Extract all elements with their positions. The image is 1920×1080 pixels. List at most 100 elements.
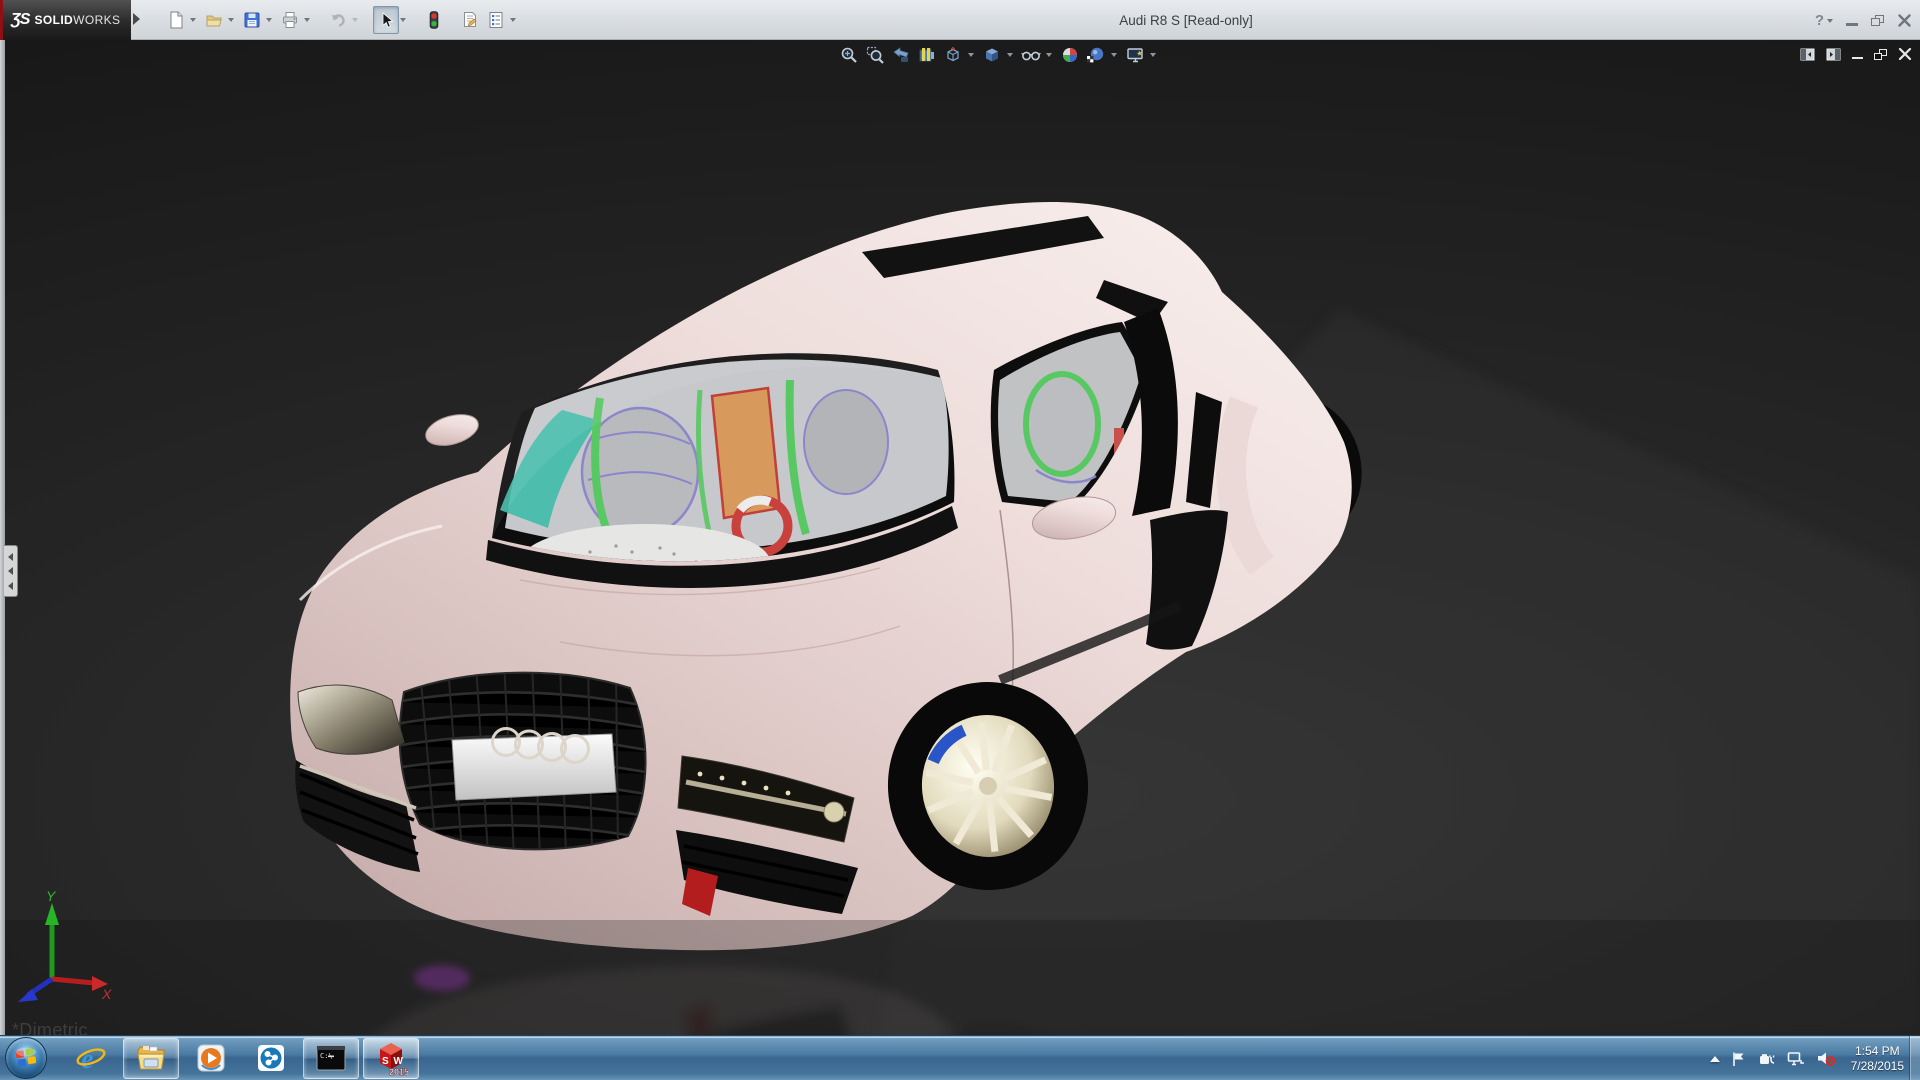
previous-view-icon: [892, 46, 910, 64]
triad-x-label: X: [101, 986, 112, 1002]
save-floppy-icon: [243, 11, 261, 29]
select-dropdown-arrow[interactable]: [400, 18, 406, 22]
taskbar-solidworks[interactable]: S W 2015: [363, 1038, 419, 1079]
previous-view-button[interactable]: [890, 44, 912, 66]
select-cursor-icon: [378, 12, 395, 29]
rebuild-traffic-light-icon: [425, 11, 443, 29]
command-prompt-icon: C:\: [315, 1044, 347, 1072]
document-minimize-button[interactable]: [1852, 57, 1863, 60]
save-button[interactable]: [239, 6, 265, 34]
new-button[interactable]: [163, 6, 189, 34]
clock-time: 1:54 PM: [1855, 1044, 1900, 1059]
heads-up-view-toolbar: [838, 44, 1159, 66]
show-hidden-icons-button[interactable]: [1710, 1056, 1720, 1062]
clock-date: 7/28/2015: [1851, 1059, 1904, 1074]
taskbar-app-tile[interactable]: [243, 1038, 299, 1079]
undo-button[interactable]: [325, 6, 351, 34]
taskbar-media-player[interactable]: [183, 1038, 239, 1079]
collapse-feature-pane-button[interactable]: [1800, 48, 1815, 61]
open-dropdown-arrow[interactable]: [228, 18, 234, 22]
menu-flyout-arrow-icon[interactable]: [133, 13, 140, 25]
window-controls: ?: [1815, 0, 1912, 40]
taskbar-command-prompt[interactable]: C:\: [303, 1038, 359, 1079]
apply-scene-button[interactable]: [1085, 44, 1107, 66]
help-button[interactable]: ?: [1815, 12, 1833, 29]
network-icon[interactable]: [1787, 1051, 1805, 1067]
svg-text:S: S: [382, 1056, 389, 1067]
new-dropdown-arrow[interactable]: [190, 18, 196, 22]
select-button[interactable]: [373, 6, 399, 34]
undo-dropdown-arrow[interactable]: [352, 18, 358, 22]
show-desktop-button[interactable]: [1909, 1036, 1920, 1080]
svg-text:e: e: [81, 1044, 93, 1074]
main-toolbar: [163, 0, 521, 40]
model-canvas[interactable]: [0, 40, 1920, 1035]
hide-show-items-button[interactable]: [1020, 44, 1042, 66]
power-plug-icon[interactable]: [1758, 1051, 1776, 1067]
rebuild-button[interactable]: [421, 6, 447, 34]
zoom-to-fit-button[interactable]: [838, 44, 860, 66]
section-view-icon: [918, 46, 936, 64]
graphics-area[interactable]: Y X *Dimetric: [0, 40, 1920, 1035]
print-button[interactable]: [277, 6, 303, 34]
file-properties-icon: [461, 11, 479, 29]
left-mirror: [422, 409, 482, 451]
edit-appearance-button[interactable]: [1059, 44, 1081, 66]
license-plate: [452, 734, 616, 800]
triad-y-label: Y: [46, 888, 57, 904]
view-settings-dropdown[interactable]: [1150, 53, 1156, 57]
solidworks-logo[interactable]: ƷS SOLIDWORKS: [3, 0, 131, 40]
view-orientation-button[interactable]: [942, 44, 964, 66]
taskbar-windows-explorer[interactable]: [123, 1038, 179, 1079]
display-style-icon: [983, 46, 1001, 64]
document-restore-button[interactable]: [1874, 49, 1887, 60]
folder-icon: [135, 1043, 167, 1073]
volume-muted-icon[interactable]: [1816, 1050, 1836, 1067]
solidworks-window: ƷS SOLIDWORKS: [0, 0, 1920, 1080]
reference-triad: Y X: [10, 887, 120, 1007]
document-close-button[interactable]: [1898, 47, 1912, 61]
open-button[interactable]: [201, 6, 227, 34]
hide-show-items-dropdown[interactable]: [1046, 53, 1052, 57]
expand-arrow-icon: [8, 567, 13, 575]
view-settings-icon: [1126, 46, 1145, 64]
start-button[interactable]: [5, 1037, 47, 1079]
feature-pane-expand-tab[interactable]: [4, 545, 18, 597]
options-button[interactable]: [483, 6, 509, 34]
view-settings-button[interactable]: [1124, 44, 1146, 66]
windows-taskbar: e: [0, 1035, 1920, 1080]
apply-scene-dropdown[interactable]: [1111, 53, 1117, 57]
undo-icon: [329, 11, 347, 29]
svg-text:2015: 2015: [389, 1067, 408, 1077]
file-properties-button[interactable]: [457, 6, 483, 34]
expand-arrow-icon: [8, 582, 13, 590]
taskbar-clock[interactable]: 1:54 PM 7/28/2015: [1851, 1044, 1904, 1074]
minimize-button[interactable]: [1846, 23, 1858, 26]
document-controls: [1800, 44, 1912, 64]
zoom-to-area-button[interactable]: [864, 44, 886, 66]
close-button[interactable]: [1897, 13, 1912, 28]
view-orientation-dropdown[interactable]: [968, 53, 974, 57]
restore-button[interactable]: [1871, 15, 1884, 26]
headlight-lens: [824, 802, 844, 822]
title-bar: ƷS SOLIDWORKS: [0, 0, 1920, 40]
display-style-button[interactable]: [981, 44, 1003, 66]
collapse-display-pane-button[interactable]: [1826, 48, 1841, 61]
expand-arrow-icon: [8, 553, 13, 561]
options-dropdown-arrow[interactable]: [510, 18, 516, 22]
section-view-button[interactable]: [916, 44, 938, 66]
feature-pane-strip[interactable]: [0, 40, 5, 1035]
save-dropdown-arrow[interactable]: [266, 18, 272, 22]
zoom-to-fit-icon: [840, 46, 858, 64]
system-tray: 1:54 PM 7/28/2015: [1710, 1036, 1904, 1080]
share-branch-app-icon: [256, 1043, 286, 1073]
view-orientation-icon: [944, 46, 962, 64]
action-center-flag-icon[interactable]: [1731, 1051, 1747, 1067]
print-dropdown-arrow[interactable]: [304, 18, 310, 22]
y-axis-arrow: [45, 903, 59, 925]
solidworks-logo-mark: ƷS: [11, 11, 29, 29]
display-style-dropdown[interactable]: [1007, 53, 1013, 57]
floor-shade: [0, 920, 1920, 1035]
taskbar-internet-explorer[interactable]: e: [63, 1038, 119, 1079]
windows-flag-icon: [13, 1045, 39, 1071]
